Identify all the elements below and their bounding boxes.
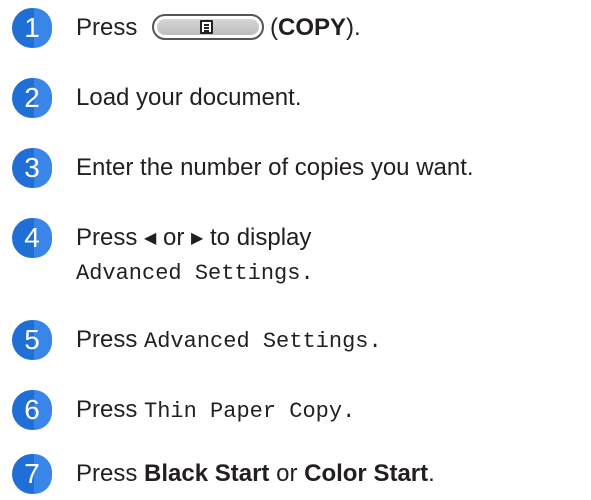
step-text: Press Thin Paper Copy. bbox=[76, 394, 355, 428]
step-number: 5 bbox=[24, 324, 40, 355]
step-text: Press Black Start or Color Start. bbox=[76, 458, 435, 490]
step-text: Press (COPY). bbox=[76, 12, 361, 44]
step-number: 1 bbox=[24, 12, 40, 43]
step-text-paren-close: ). bbox=[346, 14, 361, 41]
step-text: Press Advanced Settings. bbox=[76, 324, 382, 358]
step-number-badge: 2 bbox=[12, 78, 52, 118]
step-number-badge: 1 bbox=[12, 8, 52, 48]
step-number: 2 bbox=[24, 82, 40, 113]
step-text-display: to display bbox=[210, 224, 312, 251]
copy-button[interactable] bbox=[152, 14, 265, 40]
step-text-period: . bbox=[428, 460, 435, 487]
step-number: 4 bbox=[24, 222, 40, 253]
advanced-settings-label: Advanced Settings bbox=[76, 261, 301, 286]
step-text-line-2: Advanced Settings. bbox=[76, 256, 314, 290]
step-text-period: . bbox=[342, 399, 356, 424]
step-text-press: Press bbox=[76, 224, 138, 251]
step-text-press: Press bbox=[76, 396, 138, 423]
black-start-label: Black Start bbox=[144, 460, 270, 487]
thin-paper-copy-label: Thin Paper Copy bbox=[144, 399, 343, 424]
color-start-label: Color Start bbox=[304, 460, 429, 487]
step-number-badge: 3 bbox=[12, 148, 52, 188]
step-number-badge: 6 bbox=[12, 390, 52, 430]
step-text-or: or bbox=[163, 224, 185, 251]
step-text: Load your document. bbox=[76, 84, 302, 111]
step-text-period: . bbox=[368, 329, 382, 354]
step-text: Enter the number of copies you want. bbox=[76, 154, 474, 181]
copy-key-label: COPY bbox=[278, 14, 347, 41]
step-text-or: or bbox=[276, 460, 298, 487]
step-number-badge: 7 bbox=[12, 454, 52, 494]
step-text-paren-open: ( bbox=[270, 14, 279, 41]
step-text-press: Press bbox=[76, 460, 138, 487]
right-arrow-icon: ▶ bbox=[191, 230, 204, 247]
step-text-period: . bbox=[300, 261, 314, 286]
step-number: 7 bbox=[24, 458, 40, 489]
step-text-press: Press bbox=[76, 14, 138, 41]
step-text: Press ◀ or ▶ to display bbox=[76, 222, 311, 255]
step-number-badge: 5 bbox=[12, 320, 52, 360]
step-number: 6 bbox=[24, 394, 40, 425]
left-arrow-icon: ◀ bbox=[144, 230, 157, 247]
copy-icon bbox=[200, 20, 214, 34]
advanced-settings-label: Advanced Settings bbox=[144, 329, 369, 354]
step-number: 3 bbox=[24, 152, 40, 183]
step-number-badge: 4 bbox=[12, 218, 52, 258]
step-text-press: Press bbox=[76, 326, 138, 353]
